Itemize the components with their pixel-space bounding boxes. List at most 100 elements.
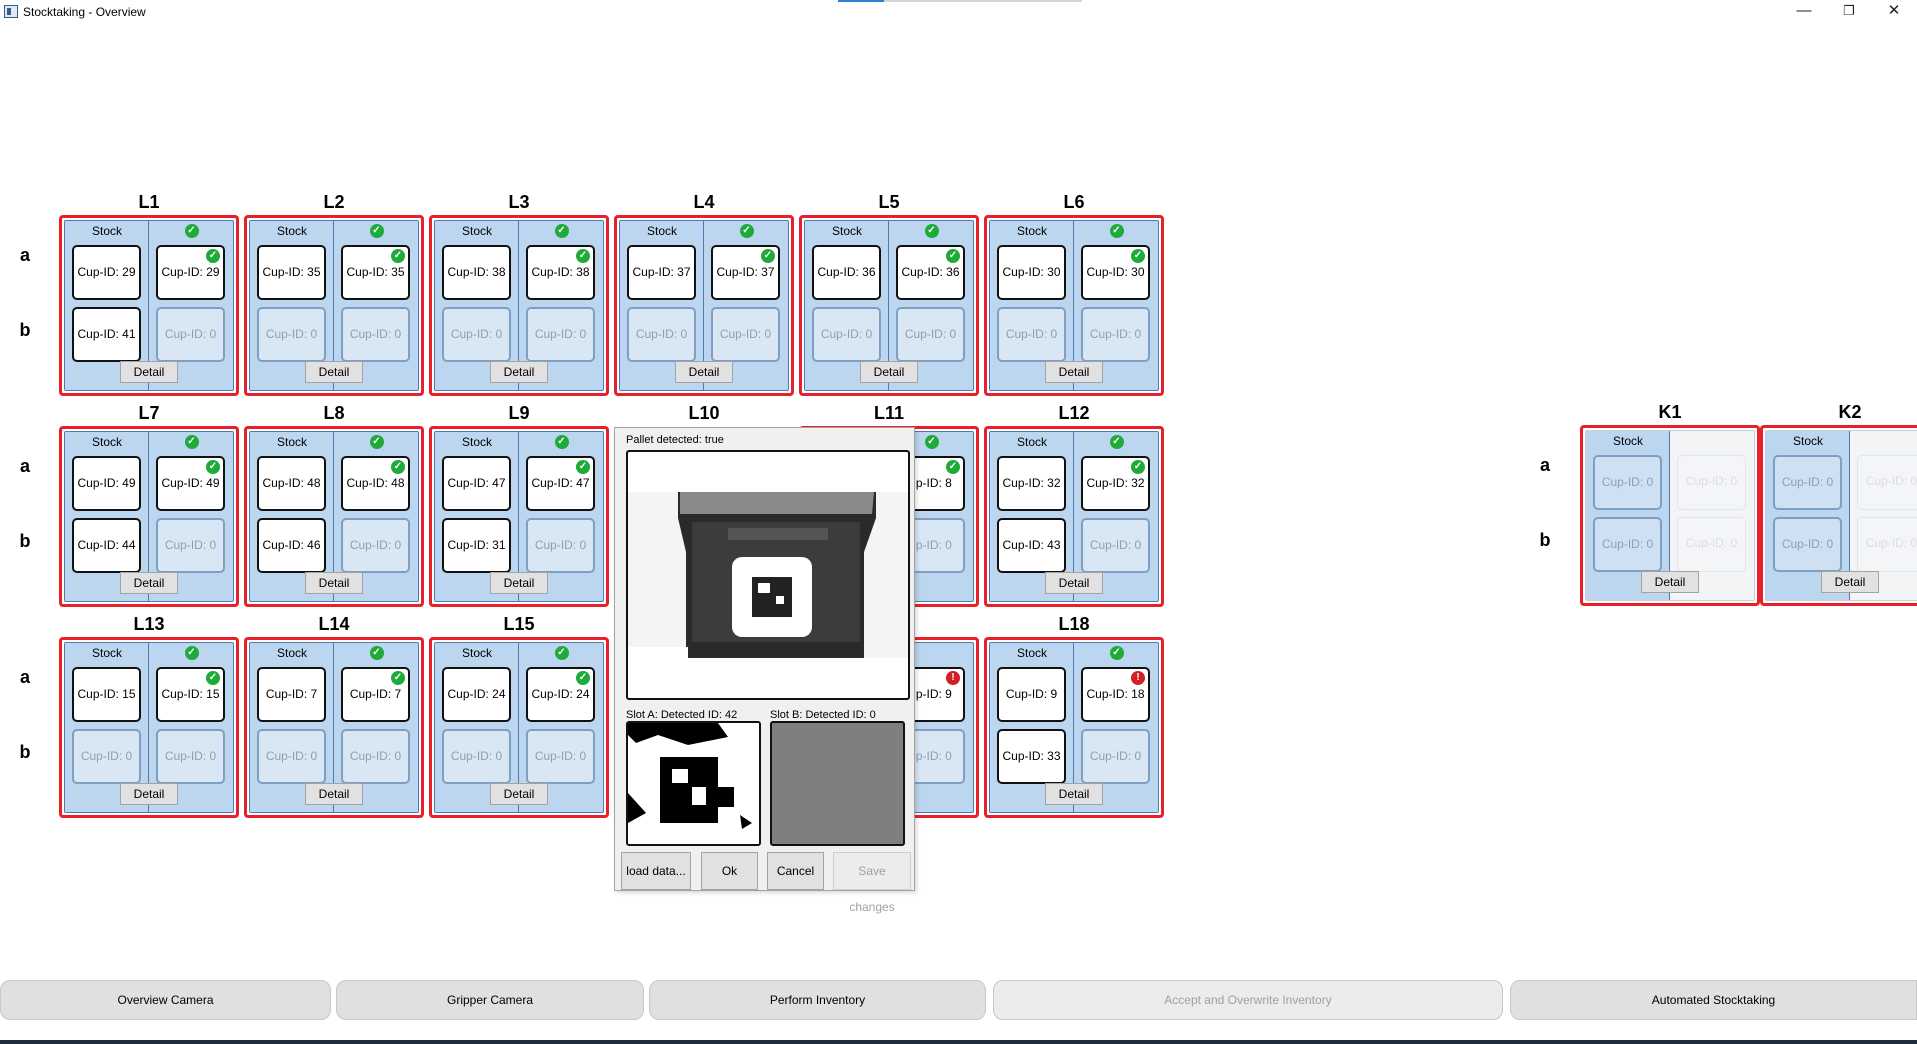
stock-slot-b[interactable]: Cup-ID: 0 xyxy=(257,729,326,784)
detail-button[interactable]: Detail xyxy=(1821,571,1879,593)
stock-slot-a[interactable]: Cup-ID: 35 xyxy=(257,245,326,300)
stock-slot-b[interactable]: Cup-ID: 46 xyxy=(257,518,326,573)
stock-slot-a[interactable]: Cup-ID: 9 xyxy=(997,667,1066,722)
detail-button[interactable]: Detail xyxy=(675,361,733,383)
detail-button[interactable]: Detail xyxy=(305,783,363,805)
save-changes-button[interactable]: Save changes xyxy=(833,852,911,914)
pallet-slot-b[interactable]: Cup-ID: 0 xyxy=(526,729,595,784)
stock-slot-b[interactable]: Cup-ID: 0 xyxy=(442,307,511,362)
automated-stocktaking-button[interactable]: Automated Stocktaking xyxy=(1510,980,1917,1020)
location-label: L1 xyxy=(138,192,160,212)
stock-slot-a[interactable]: Cup-ID: 30 xyxy=(997,245,1066,300)
slot-text: Cup-ID: 7 xyxy=(349,687,402,701)
pallet-slot-a[interactable]: Cup-ID: 35 ✓ xyxy=(341,245,410,300)
minimize-button[interactable]: — xyxy=(1781,0,1827,24)
pallet-slot-b[interactable]: Cup-ID: 0 xyxy=(341,307,410,362)
ok-button[interactable]: Ok xyxy=(701,852,758,890)
pallet-slot-b[interactable]: Cup-ID: 0 xyxy=(526,307,595,362)
pallet-slot-b[interactable]: Cup-ID: 0 xyxy=(156,729,225,784)
stock-slot-a[interactable]: Cup-ID: 37 xyxy=(627,245,696,300)
stock-slot-a[interactable]: Cup-ID: 47 xyxy=(442,456,511,511)
stock-slot-b[interactable]: Cup-ID: 0 xyxy=(812,307,881,362)
restore-button[interactable]: ❐ xyxy=(1826,0,1872,24)
stock-slot-a[interactable]: Cup-ID: 0 xyxy=(1773,455,1842,510)
pallet-slot-b[interactable]: Cup-ID: 0 xyxy=(711,307,780,362)
pallet-slot-a[interactable]: Cup-ID: 18! xyxy=(1081,667,1150,722)
row-label-a: a xyxy=(19,245,30,265)
stock-slot-a[interactable]: Cup-ID: 0 xyxy=(1593,455,1662,510)
detail-button[interactable]: Detail xyxy=(490,572,548,594)
pallet-slot-a[interactable]: Cup-ID: 29 ✓ xyxy=(156,245,225,300)
location-panel: Stock Cup-ID: 9 Cup-ID: 33 ✓ Cup-ID: 18!… xyxy=(989,642,1159,813)
pallet-slot-a[interactable]: Cup-ID: 7 ✓ xyxy=(341,667,410,722)
pallet-slot-a[interactable]: Cup-ID: 48 ✓ xyxy=(341,456,410,511)
detail-button[interactable]: Detail xyxy=(1045,361,1103,383)
cancel-button[interactable]: Cancel xyxy=(767,852,824,890)
stock-slot-b[interactable]: Cup-ID: 0 xyxy=(1773,517,1842,572)
stock-slot-b[interactable]: Cup-ID: 43 xyxy=(997,518,1066,573)
stock-slot-a[interactable]: Cup-ID: 7 xyxy=(257,667,326,722)
stock-slot-a[interactable]: Cup-ID: 48 xyxy=(257,456,326,511)
stock-slot-a[interactable]: Cup-ID: 36 xyxy=(812,245,881,300)
accept-overwrite-inventory-button[interactable]: Accept and Overwrite Inventory xyxy=(993,980,1503,1020)
pallet-slot-b[interactable]: Cup-ID: 0 xyxy=(156,518,225,573)
stock-slot-b[interactable]: Cup-ID: 0 xyxy=(627,307,696,362)
close-button[interactable]: ✕ xyxy=(1871,0,1917,24)
stock-slot-a[interactable]: Cup-ID: 49 xyxy=(72,456,141,511)
location-label: L10 xyxy=(688,403,720,423)
pallet-slot-a[interactable]: Cup-ID: 30 ✓ xyxy=(1081,245,1150,300)
stock-slot-b[interactable]: Cup-ID: 31 xyxy=(442,518,511,573)
pallet-slot-b[interactable]: Cup-ID: 0 xyxy=(1081,307,1150,362)
pallet-slot-a[interactable]: Cup-ID: 24 ✓ xyxy=(526,667,595,722)
pallet-slot-a[interactable]: Cup-ID: 38 ✓ xyxy=(526,245,595,300)
location-L4: Stock Cup-ID: 37 Cup-ID: 0 ✓ Cup-ID: 37 ✓… xyxy=(614,215,794,396)
location-L15: Stock Cup-ID: 24 Cup-ID: 0 ✓ Cup-ID: 24 ✓… xyxy=(429,637,609,818)
stock-slot-b[interactable]: Cup-ID: 0 xyxy=(442,729,511,784)
detail-button[interactable]: Detail xyxy=(120,572,178,594)
detail-button[interactable]: Detail xyxy=(490,361,548,383)
pallet-slot-a[interactable]: Cup-ID: 47 ✓ xyxy=(526,456,595,511)
pallet-slot-b[interactable]: Cup-ID: 0 xyxy=(1081,518,1150,573)
detail-button[interactable]: Detail xyxy=(1045,572,1103,594)
pallet-slot-b[interactable]: Cup-ID: 0 xyxy=(1081,729,1150,784)
detail-button[interactable]: Detail xyxy=(305,572,363,594)
detail-button[interactable]: Detail xyxy=(120,361,178,383)
gripper-camera-button[interactable]: Gripper Camera xyxy=(336,980,644,1020)
pallet-slot-a[interactable]: Cup-ID: 36 ✓ xyxy=(896,245,965,300)
stock-slot-b[interactable]: Cup-ID: 0 xyxy=(997,307,1066,362)
pallet-slot-a[interactable]: Cup-ID: 37 ✓ xyxy=(711,245,780,300)
detail-button[interactable]: Detail xyxy=(1045,783,1103,805)
stock-slot-b[interactable]: Cup-ID: 33 xyxy=(997,729,1066,784)
load-data-button[interactable]: load data... xyxy=(621,852,691,890)
row-label-a: a xyxy=(1539,455,1550,475)
pallet-slot-b[interactable]: Cup-ID: 0 xyxy=(341,729,410,784)
stock-slot-b[interactable]: Cup-ID: 41 xyxy=(72,307,141,362)
detail-button[interactable]: Detail xyxy=(1641,571,1699,593)
location-label: L8 xyxy=(323,403,345,423)
overview-camera-button[interactable]: Overview Camera xyxy=(0,980,331,1020)
pallet-slot-a[interactable]: Cup-ID: 32 ✓ xyxy=(1081,456,1150,511)
window-title: Stocktaking - Overview xyxy=(23,5,146,19)
pallet-slot-b[interactable]: Cup-ID: 0 xyxy=(341,518,410,573)
detail-button[interactable]: Detail xyxy=(120,783,178,805)
detail-button[interactable]: Detail xyxy=(490,783,548,805)
stock-slot-a[interactable]: Cup-ID: 32 xyxy=(997,456,1066,511)
stock-slot-b[interactable]: Cup-ID: 0 xyxy=(1593,517,1662,572)
location-L3: Stock Cup-ID: 38 Cup-ID: 0 ✓ Cup-ID: 38 ✓… xyxy=(429,215,609,396)
detail-button[interactable]: Detail xyxy=(305,361,363,383)
pallet-slot-b[interactable]: Cup-ID: 0 xyxy=(526,518,595,573)
pallet-slot-a[interactable]: Cup-ID: 49 ✓ xyxy=(156,456,225,511)
stock-slot-a[interactable]: Cup-ID: 29 xyxy=(72,245,141,300)
stock-slot-a[interactable]: Cup-ID: 15 xyxy=(72,667,141,722)
pallet-slot-b[interactable]: Cup-ID: 0 xyxy=(156,307,225,362)
stock-slot-b[interactable]: Cup-ID: 0 xyxy=(72,729,141,784)
stock-slot-b[interactable]: Cup-ID: 44 xyxy=(72,518,141,573)
pallet-slot-a[interactable]: Cup-ID: 15 ✓ xyxy=(156,667,225,722)
stock-slot-a[interactable]: Cup-ID: 24 xyxy=(442,667,511,722)
stock-slot-a[interactable]: Cup-ID: 38 xyxy=(442,245,511,300)
stock-slot-b[interactable]: Cup-ID: 0 xyxy=(257,307,326,362)
pallet-slot-b[interactable]: Cup-ID: 0 xyxy=(896,307,965,362)
detail-button[interactable]: Detail xyxy=(860,361,918,383)
check-icon: ✓ xyxy=(761,249,775,263)
perform-inventory-button[interactable]: Perform Inventory xyxy=(649,980,986,1020)
